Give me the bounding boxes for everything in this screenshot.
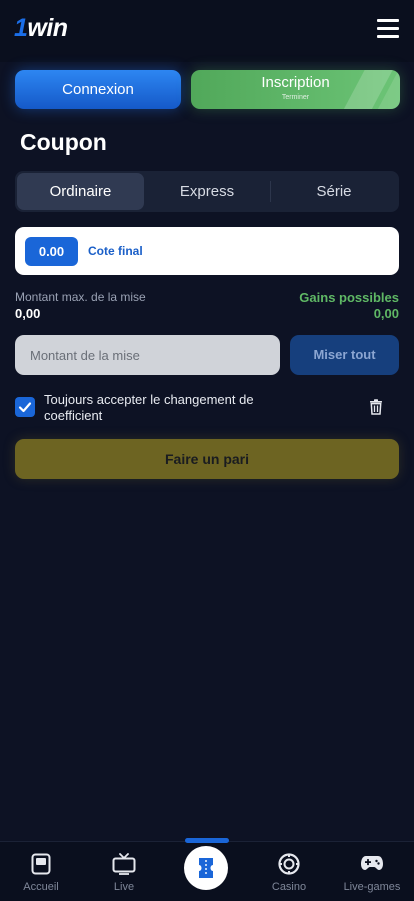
nav-item-accueil[interactable]: Accueil <box>0 842 82 901</box>
final-odds-card: 0.00 Cote final <box>15 227 399 275</box>
login-button[interactable]: Connexion <box>15 70 181 109</box>
bet-type-tabs: Ordinaire Express Série <box>15 171 399 212</box>
top-bar: 1win <box>0 0 414 62</box>
nav-active-indicator <box>185 838 229 843</box>
accept-odds-checkbox[interactable] <box>15 397 35 417</box>
tab-ordinaire[interactable]: Ordinaire <box>17 173 144 210</box>
nav-item-coupon[interactable] <box>184 846 228 890</box>
potential-win-label: Gains possibles <box>299 290 399 305</box>
tab-express[interactable]: Express <box>143 173 271 210</box>
ticket-icon <box>199 858 213 878</box>
max-stake-value: 0,00 <box>15 306 41 321</box>
hamburger-icon[interactable] <box>377 19 399 38</box>
nav-label-live: Live <box>113 881 135 893</box>
stake-input[interactable] <box>15 335 280 375</box>
signup-button[interactable]: Inscription Terminer <box>191 70 400 109</box>
odds-badge: 0.00 <box>25 237 78 266</box>
home-icon <box>31 853 51 875</box>
logo[interactable]: 1win <box>14 14 68 43</box>
nav-label-casino: Casino <box>271 881 307 893</box>
page-title: Coupon <box>20 129 107 155</box>
check-icon <box>18 402 32 413</box>
nav-item-casino[interactable]: Casino <box>248 842 330 901</box>
place-bet-button[interactable]: Faire un pari <box>15 439 399 479</box>
signup-sublabel: Terminer <box>281 94 310 101</box>
nav-item-live-games[interactable]: Live-games <box>331 842 413 901</box>
chip-icon <box>278 853 300 875</box>
odds-label: Cote final <box>88 244 143 258</box>
logo-win: win <box>27 14 68 42</box>
tv-icon <box>112 853 136 875</box>
signup-label: Inscription <box>261 74 330 91</box>
nav-item-live[interactable]: Live <box>83 842 165 901</box>
nav-label-accueil: Accueil <box>23 881 59 893</box>
logo-one: 1 <box>14 14 28 42</box>
nav-label-live-games: Live-games <box>343 881 401 893</box>
tab-serie[interactable]: Série <box>271 173 397 210</box>
max-stake-label: Montant max. de la mise <box>15 290 146 304</box>
bet-all-button[interactable]: Miser tout <box>290 335 399 375</box>
gamepad-icon <box>361 856 383 870</box>
potential-win-value: 0,00 <box>373 306 399 321</box>
trash-icon[interactable] <box>369 399 383 415</box>
accept-odds-label[interactable]: Toujours accepter le changement de coeff… <box>44 392 294 424</box>
